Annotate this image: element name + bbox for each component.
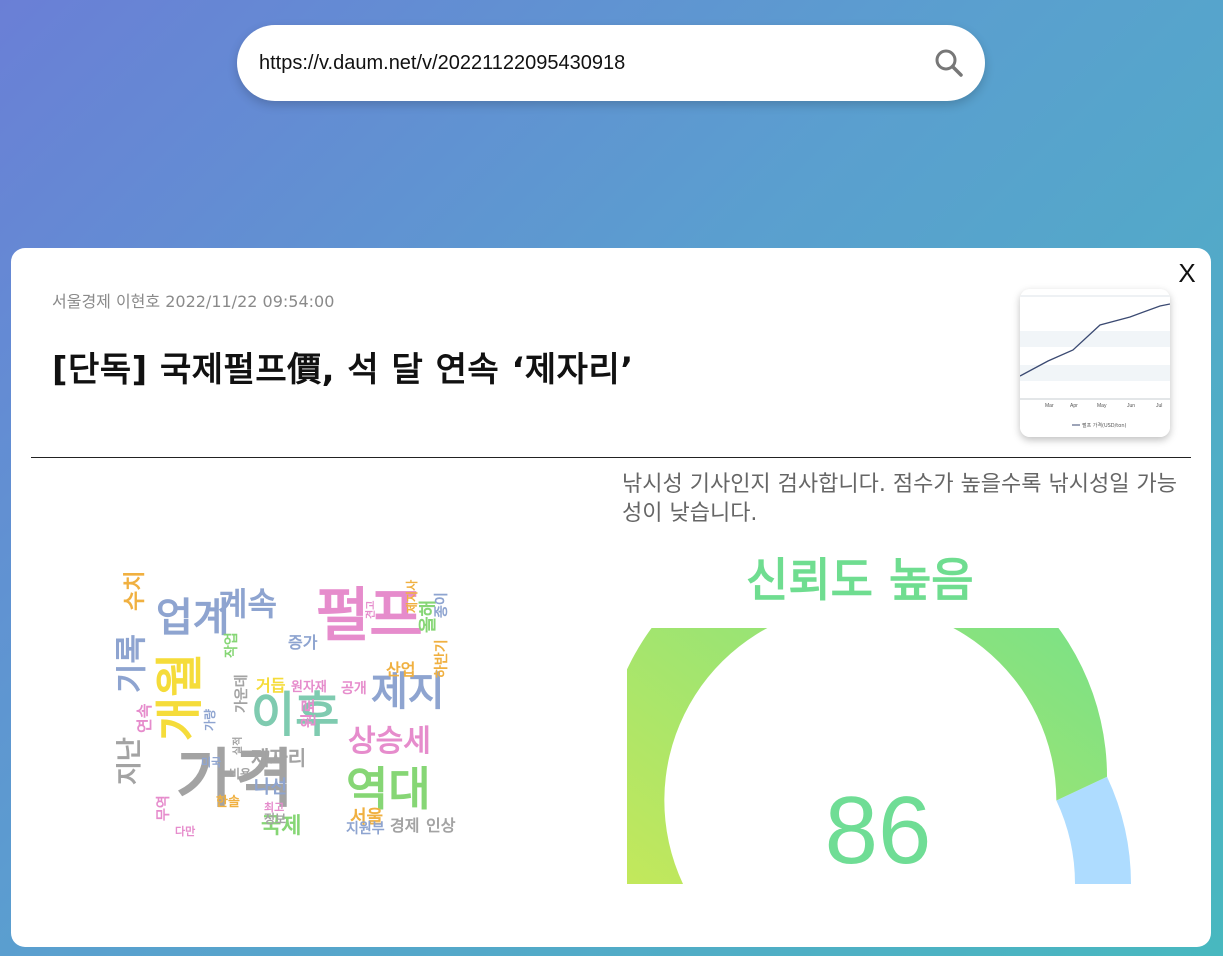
word-cloud-word: 지원부 bbox=[346, 821, 385, 837]
word-cloud-word: 개월 bbox=[152, 653, 208, 741]
word-cloud-word: 원자재 bbox=[291, 680, 327, 695]
thumb-xtick: Jul bbox=[1156, 403, 1162, 409]
word-cloud-word: 제지사 bbox=[404, 580, 419, 613]
search-bar bbox=[237, 25, 985, 101]
word-cloud-word: 가운데 bbox=[234, 674, 250, 713]
word-cloud-word: 공개 bbox=[341, 681, 367, 697]
word-cloud-word: 연속 bbox=[135, 703, 154, 733]
result-card: X 서울경제 이현호 2022/11/22 09:54:00 [단독] 국제펄프… bbox=[11, 248, 1211, 947]
word-cloud-word: 작업 bbox=[223, 632, 240, 658]
word-cloud-word: 산업 bbox=[386, 660, 415, 679]
word-cloud-word: 원료 bbox=[299, 698, 318, 728]
word-cloud-word: 미국 bbox=[201, 755, 221, 769]
word-cloud-word: 이후 bbox=[251, 687, 339, 743]
search-icon bbox=[935, 49, 963, 77]
article-meta: 서울경제 이현호 2022/11/22 09:54:00 bbox=[52, 292, 335, 311]
word-cloud-word: 증가 bbox=[288, 633, 318, 652]
trust-verdict: 신뢰도 높음 bbox=[746, 553, 974, 607]
word-cloud-word: 계속 bbox=[218, 585, 277, 623]
thumb-legend: 펄프 가격(USD/ton) bbox=[1082, 422, 1126, 429]
word-cloud-word: 실적 bbox=[231, 737, 244, 755]
word-cloud: 펄프가격이후개월 제지역대상승세업계계속기록수치연속제자리나선국제 서울 경제 인상지원… bbox=[116, 573, 456, 838]
word-cloud-word: 종이 bbox=[433, 592, 450, 618]
analysis-description: 낚시성 기사인지 검사합니다. 점수가 높을수록 낚시성일 가능성이 낮습니다. bbox=[622, 472, 1177, 526]
word-cloud-word: 한솔 bbox=[216, 794, 240, 810]
close-button[interactable]: X bbox=[1175, 258, 1199, 288]
thumb-xtick: May bbox=[1097, 403, 1107, 409]
word-cloud-word: 수치 bbox=[123, 573, 148, 611]
word-cloud-word: 거듭 bbox=[256, 676, 286, 695]
word-cloud-word: 경제 bbox=[390, 816, 419, 835]
word-cloud-word: 견고 bbox=[364, 601, 377, 619]
search-button[interactable] bbox=[931, 45, 967, 81]
word-cloud-word: 가량 bbox=[202, 709, 217, 731]
trust-score: 86 bbox=[824, 777, 932, 884]
word-cloud-word: 비용 bbox=[229, 766, 251, 781]
article-thumbnail[interactable]: Mar Apr May Jun Jul 펄프 가격(USD/ton) bbox=[1020, 289, 1170, 437]
word-cloud-word: 인상 bbox=[426, 816, 456, 835]
word-cloud-word: 상승세 bbox=[348, 724, 431, 759]
word-cloud-word: 지난 bbox=[116, 737, 145, 785]
divider bbox=[31, 457, 1191, 458]
url-input[interactable] bbox=[259, 45, 899, 81]
word-cloud-word: 하반기 bbox=[433, 639, 450, 678]
word-cloud-word: 다만 bbox=[175, 824, 195, 838]
thumb-xtick: Mar bbox=[1045, 403, 1054, 409]
word-cloud-word: 기록 bbox=[116, 634, 150, 693]
thumb-xtick: Jun bbox=[1127, 403, 1135, 409]
article-title: [단독] 국제펄프價, 석 달 연속 ‘제자리’ bbox=[52, 350, 634, 390]
thumb-xtick: Apr bbox=[1070, 403, 1078, 409]
word-cloud-word: 정보 bbox=[264, 811, 286, 826]
word-cloud-word: 제자리 bbox=[251, 746, 306, 770]
word-cloud-word: 무역 bbox=[155, 795, 172, 821]
word-cloud-word: 나선 bbox=[254, 777, 287, 798]
thumbnail-chart: Mar Apr May Jun Jul 펄프 가격(USD/ton) bbox=[1020, 289, 1170, 437]
